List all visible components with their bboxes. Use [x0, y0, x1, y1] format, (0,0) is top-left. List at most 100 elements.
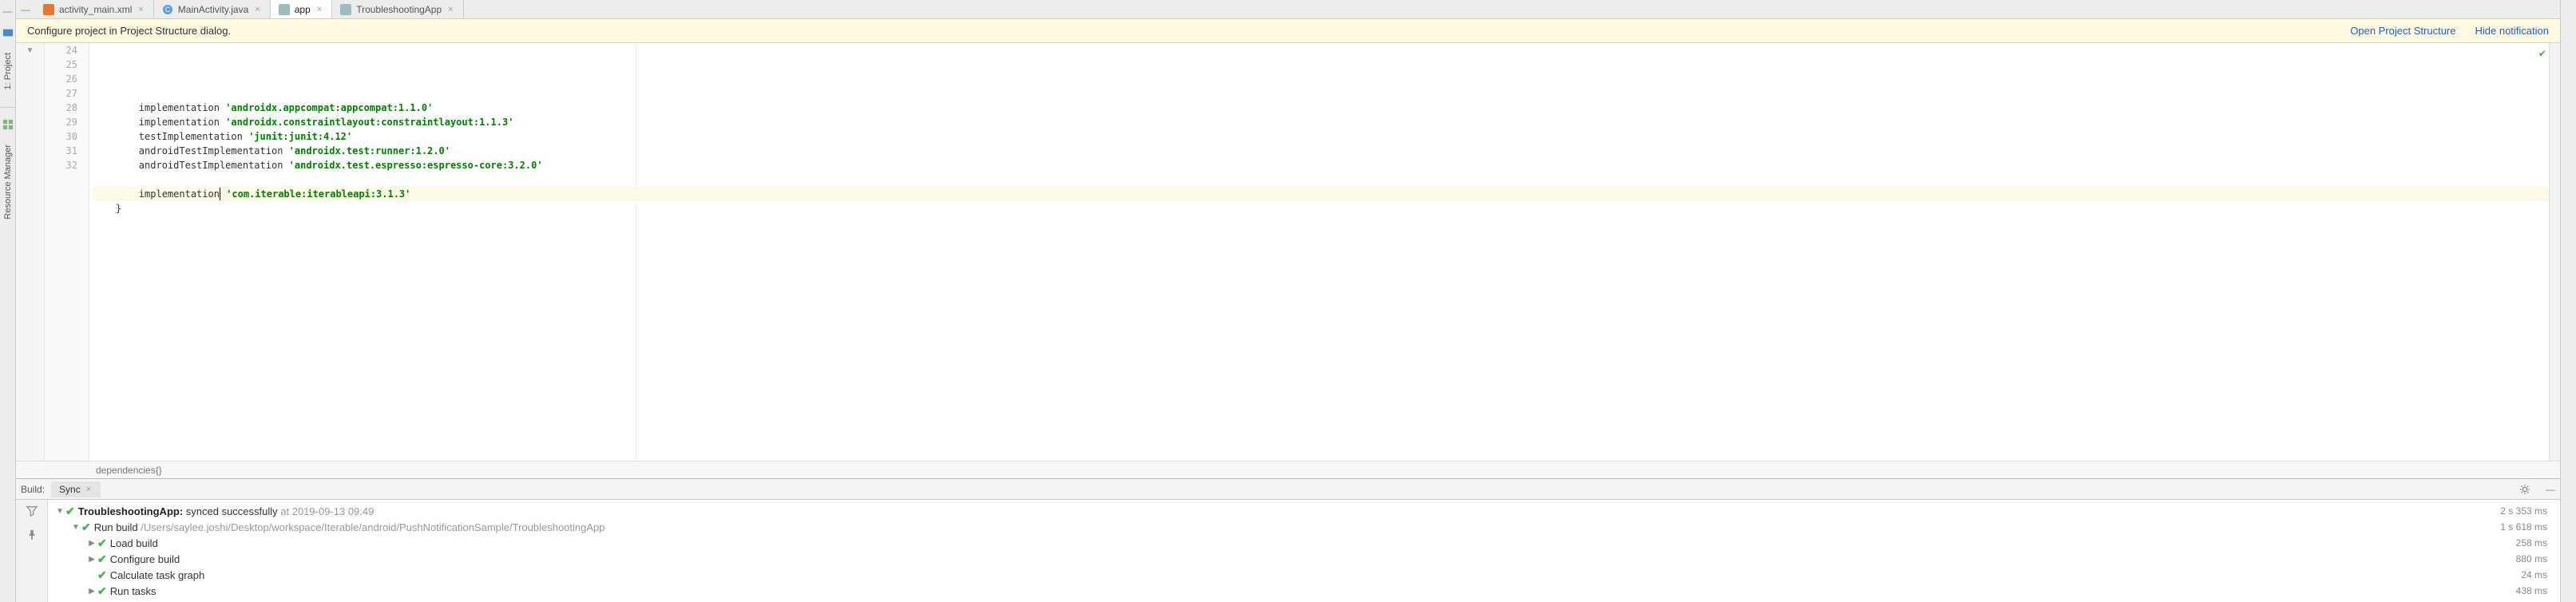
notification-bar: Configure project in Project Structure d… [16, 19, 2560, 43]
check-icon: ✔ [65, 505, 75, 518]
minimize-icon[interactable]: — [0, 3, 16, 19]
tab-mainactivity[interactable]: C MainActivity.java × [154, 0, 271, 18]
build-row-timing: 24 ms [2521, 569, 2554, 580]
tab-label: TroubleshootingApp [356, 4, 442, 15]
build-tool-window: Build: Sync × — ▼✔TroubleshootingApp: sy… [16, 478, 2560, 602]
line-number: 24 [45, 43, 77, 57]
fold-chevron-icon[interactable]: ▼ [26, 45, 34, 55]
breadcrumb-text[interactable]: dependencies{} [96, 465, 162, 476]
check-icon: ✔ [97, 568, 107, 582]
code-line[interactable] [93, 172, 2549, 187]
chevron-down-icon[interactable]: ▼ [54, 507, 65, 516]
project-tool-icon[interactable] [2, 27, 14, 38]
code-line[interactable]: implementation 'androidx.constraintlayou… [93, 115, 2549, 129]
build-tree-row[interactable]: ▶✔Run tasks438 ms [54, 583, 2554, 599]
close-icon[interactable]: × [85, 485, 93, 494]
gradle-icon [279, 4, 290, 15]
sidebar-project-label[interactable]: 1: Project [3, 46, 13, 96]
build-row-timing: 438 ms [2516, 585, 2554, 596]
line-number: 32 [45, 158, 77, 172]
build-sync-tab[interactable]: Sync × [51, 481, 101, 497]
build-row-timing: 1 s 618 ms [2500, 521, 2554, 533]
code-line[interactable]: } [93, 201, 2549, 216]
code-line[interactable] [93, 216, 2549, 230]
build-tree-row[interactable]: ▶✔Load build258 ms [54, 535, 2554, 551]
notification-message: Configure project in Project Structure d… [27, 25, 2331, 37]
check-icon: ✔ [97, 552, 107, 566]
code-line[interactable]: implementation 'com.iterable:iterableapi… [93, 187, 2549, 201]
tab-label: MainActivity.java [178, 4, 248, 15]
build-tree-row[interactable]: ▶✔Configure build880 ms [54, 551, 2554, 567]
build-label: Build: [21, 484, 45, 495]
build-body: ▼✔TroubleshootingApp: synced successfull… [16, 500, 2560, 602]
build-tree[interactable]: ▼✔TroubleshootingApp: synced successfull… [48, 500, 2560, 602]
editor-error-stripe [2549, 43, 2560, 461]
build-row-text: Load build [110, 537, 2516, 549]
tab-app[interactable]: app × [271, 0, 332, 18]
build-tree-row[interactable]: ▼✔TroubleshootingApp: synced successfull… [54, 503, 2554, 519]
gradle-icon [340, 4, 351, 15]
build-toolbar [16, 500, 48, 602]
build-tab-label: Sync [59, 484, 81, 495]
editor-fold-gutter: ▼ [16, 43, 45, 461]
inspections-ok-icon: ✔ [2539, 46, 2546, 61]
tab-label: activity_main.xml [59, 4, 132, 15]
close-icon[interactable]: × [446, 5, 454, 14]
tab-troubleshootingapp[interactable]: TroubleshootingApp × [332, 0, 463, 18]
collapse-icon[interactable]: — [18, 2, 34, 18]
svg-text:C: C [165, 6, 171, 14]
build-row-timing: 880 ms [2516, 553, 2554, 564]
build-row-text: Configure build [110, 553, 2516, 565]
code-line[interactable]: androidTestImplementation 'androidx.test… [93, 144, 2549, 158]
sidebar-resource-label[interactable]: Resource Manager [3, 138, 13, 226]
main-area: — activity_main.xml × C MainActivity.jav… [16, 0, 2560, 602]
line-number: 25 [45, 57, 77, 72]
check-icon: ✔ [97, 584, 107, 598]
line-number: 27 [45, 86, 77, 101]
close-icon[interactable]: × [253, 5, 261, 14]
check-icon: ✔ [81, 521, 91, 534]
xml-file-icon [43, 4, 54, 15]
chevron-right-icon[interactable]: ▶ [86, 539, 97, 548]
divider [0, 107, 15, 108]
build-tree-row[interactable]: ✔Calculate task graph24 ms [54, 567, 2554, 583]
tab-label: app [295, 4, 311, 15]
gear-icon[interactable] [2517, 481, 2533, 497]
line-number-gutter: 242526272829303132 [45, 43, 89, 461]
tab-activity-main[interactable]: activity_main.xml × [35, 0, 154, 18]
close-icon[interactable]: × [137, 5, 145, 14]
build-row-text: Calculate task graph [110, 569, 2522, 581]
build-row-text: TroubleshootingApp: synced successfully … [78, 505, 2501, 517]
chevron-right-icon[interactable]: ▶ [86, 555, 97, 564]
chevron-right-icon[interactable]: ▶ [86, 587, 97, 596]
code-line[interactable]: androidTestImplementation 'androidx.test… [93, 158, 2549, 172]
filter-icon[interactable] [24, 503, 40, 519]
minimize-icon[interactable]: — [2542, 481, 2558, 497]
line-number: 30 [45, 129, 77, 144]
line-number: 29 [45, 115, 77, 129]
editor-tab-bar: — activity_main.xml × C MainActivity.jav… [16, 0, 2560, 19]
ide-left-sidebar: — 1: Project Resource Manager [0, 0, 16, 602]
open-project-structure-link[interactable]: Open Project Structure [2350, 25, 2455, 37]
build-row-timing: 258 ms [2516, 537, 2554, 549]
breadcrumb-bar: dependencies{} [16, 461, 2560, 478]
resource-manager-icon[interactable] [2, 119, 14, 130]
line-number: 28 [45, 101, 77, 115]
code-line[interactable]: testImplementation 'junit:junit:4.12' [93, 129, 2549, 144]
java-class-icon: C [162, 4, 173, 15]
build-row-text: Run build /Users/saylee.joshi/Desktop/wo… [94, 521, 2501, 533]
close-icon[interactable]: × [315, 5, 323, 14]
ide-right-sidebar [2560, 0, 2576, 602]
code-area[interactable]: ✔ implementation 'androidx.appcompat:app… [89, 43, 2549, 461]
chevron-down-icon[interactable]: ▼ [70, 523, 81, 532]
line-number: 26 [45, 72, 77, 86]
build-row-timing: 2 s 353 ms [2500, 505, 2554, 517]
build-tree-row[interactable]: ▼✔Run build /Users/saylee.joshi/Desktop/… [54, 519, 2554, 535]
code-editor[interactable]: ▼ 242526272829303132 ✔ implementation 'a… [16, 43, 2560, 461]
hide-notification-link[interactable]: Hide notification [2475, 25, 2550, 37]
line-number: 31 [45, 144, 77, 158]
check-icon: ✔ [97, 537, 107, 550]
code-line[interactable]: implementation 'androidx.appcompat:appco… [93, 101, 2549, 115]
build-header: Build: Sync × — [16, 479, 2560, 500]
pin-icon[interactable] [24, 527, 40, 543]
